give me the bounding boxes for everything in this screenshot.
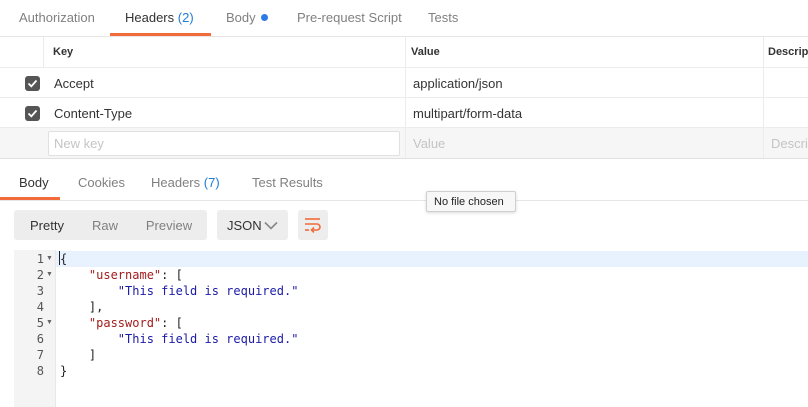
column-divider [405,37,406,67]
response-tab-cookies[interactable]: Cookies [78,175,125,190]
response-tab-body-label: Body [19,175,49,190]
column-divider [763,37,764,67]
header-key-cell[interactable]: Content-Type [54,106,132,121]
code-line: ] [60,348,97,362]
column-header-value: Value [411,46,440,58]
column-header-key: Key [53,46,74,58]
line-number: 3 [36,284,44,298]
line-number: 7 [36,348,44,362]
new-key-input[interactable] [49,132,399,155]
code-line: "This field is required." [60,283,299,299]
tab-pre-request-script-label: Pre-request Script [297,10,402,25]
tab-pre-request-script[interactable]: Pre-request Script [297,10,402,37]
wrap-lines-button[interactable] [298,210,328,240]
column-divider [43,37,44,67]
code-line: "password": [ [88,316,183,330]
chevron-down-icon [264,221,278,230]
response-tab-body[interactable]: Body [19,175,49,190]
tab-tests-label: Tests [428,10,459,25]
view-mode-group: Pretty Raw Preview [14,210,207,240]
header-value-cell[interactable]: application/json [413,76,503,91]
response-tab-test-results[interactable]: Test Results [252,175,323,190]
format-select[interactable]: JSON [217,210,288,240]
response-tab-headers-count: (7) [203,175,220,190]
column-divider [405,98,406,127]
code-line: ], [60,300,104,314]
json-key: "username" [88,268,162,282]
section-divider [0,158,808,159]
pretty-button[interactable]: Pretty [18,210,76,240]
line-number: 5 [36,316,44,330]
header-key-cell[interactable]: Accept [54,76,94,91]
wrap-lines-icon [305,218,321,233]
text-cursor [59,251,60,265]
response-tab-headers[interactable]: Headers (7) [151,175,220,190]
modified-dot-icon [260,14,268,21]
header-value-cell[interactable]: multipart/form-data [413,106,522,121]
response-tabs-border [0,200,808,201]
json-string: "This field is required." [117,284,299,298]
column-divider [405,128,406,158]
tab-headers-label: Headers [125,10,175,25]
line-number: 2 [36,268,44,282]
header-enabled-checkbox[interactable] [25,106,40,121]
response-tab-test-results-label: Test Results [252,175,323,190]
code-line: { [59,251,68,266]
column-divider [763,68,764,97]
json-key: "password" [88,316,162,330]
tab-body-label: Body [226,10,256,25]
response-tab-cookies-label: Cookies [78,175,125,190]
code-line: "username": [ [88,268,183,282]
line-number: 4 [36,300,44,314]
tab-headers-count: (2) [177,10,194,25]
fold-arrow-icon[interactable]: ▼ [46,315,53,331]
line-number: 1 [36,252,44,266]
format-label: JSON [227,218,262,233]
column-divider [763,98,764,127]
column-header-description: Descript [768,46,808,58]
line-number: 8 [36,364,44,378]
new-header-row: Value Descript [0,128,808,158]
json-string: "This field is required." [117,332,299,346]
raw-button[interactable]: Raw [78,210,132,240]
table-row: Accept application/json [0,68,808,98]
tab-body[interactable]: Body [226,10,268,37]
active-tab-indicator [110,33,211,36]
preview-button[interactable]: Preview [136,210,202,240]
tab-authorization-label: Authorization [19,10,95,25]
file-tooltip: No file chosen [426,191,516,212]
new-key-field[interactable] [48,131,400,156]
column-divider [405,68,406,97]
request-tabs: Authorization Headers (2) Body Pre-reque… [0,0,808,37]
new-value-placeholder[interactable]: Value [413,136,445,151]
code-line: } [60,364,68,378]
checkmark-icon [27,109,38,118]
column-divider [763,128,764,158]
new-description-placeholder[interactable]: Descript [771,136,808,151]
code-line: "This field is required." [60,331,299,347]
fold-arrow-icon[interactable]: ▼ [46,267,53,283]
table-row: Content-Type multipart/form-data [0,98,808,128]
tab-authorization[interactable]: Authorization [19,10,95,37]
header-enabled-checkbox[interactable] [25,76,40,91]
checkmark-icon [27,79,38,88]
line-number: 6 [36,332,44,346]
tab-tests[interactable]: Tests [428,10,458,37]
fold-arrow-icon[interactable]: ▼ [46,251,53,267]
table-header-row: Key Value Descript [0,37,808,68]
response-body-viewer[interactable]: 1 ▼ 2 ▼ 3 4 5 ▼ 6 7 8 { "username": [ "T… [14,250,808,407]
response-tab-headers-label: Headers [151,175,201,190]
active-line-highlight [14,251,808,267]
